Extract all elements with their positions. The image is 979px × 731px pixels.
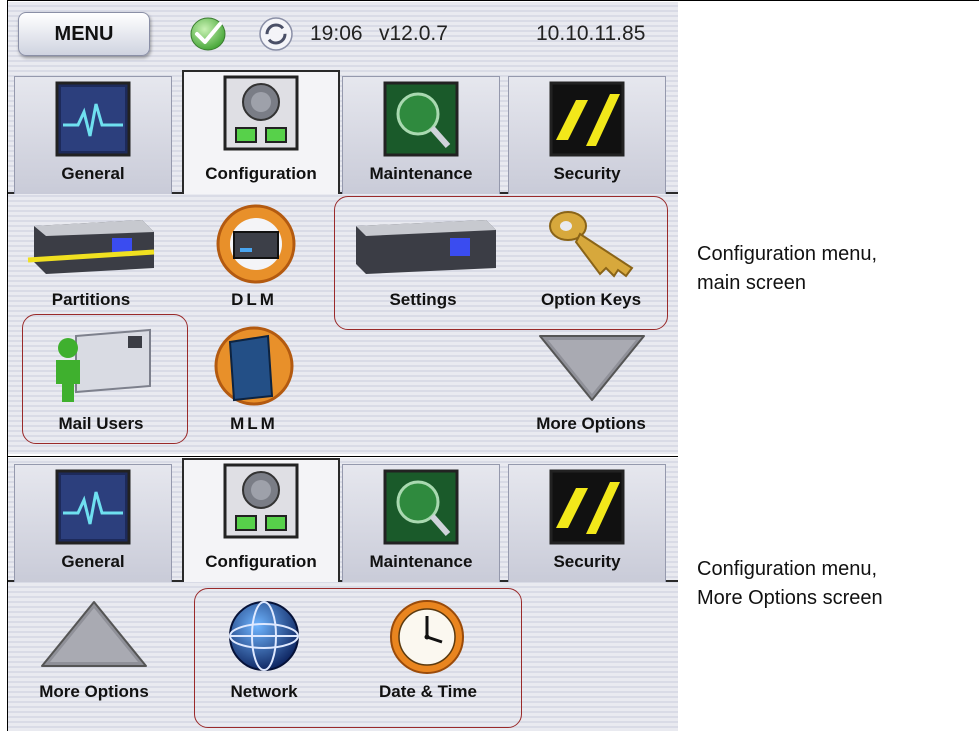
more-caption-line-2: More Options screen — [697, 587, 883, 609]
dial-icon — [223, 463, 299, 539]
hazard-stripe-icon — [549, 81, 625, 157]
heartbeat-monitor-icon — [55, 469, 131, 545]
tab-maintenance[interactable]: Maintenance — [342, 464, 500, 582]
time-display: 19:06 — [310, 22, 363, 45]
key-icon — [549, 211, 634, 278]
tab-maintenance[interactable]: Maintenance — [342, 76, 500, 194]
mail-user-icon — [56, 328, 151, 402]
more-caption-line-1: Configuration menu, — [697, 558, 878, 580]
more-screen-caption: Configuration menu, More Options screen — [697, 555, 883, 613]
mlm-label: MLM — [230, 414, 278, 433]
network-label: Network — [230, 682, 298, 701]
clock-icon — [390, 600, 464, 674]
option-keys-button[interactable]: Option Keys — [516, 200, 666, 318]
mail-users-button[interactable]: Mail Users — [26, 322, 176, 438]
partitions-button[interactable]: Partitions — [16, 200, 166, 318]
partitions-label: Partitions — [51, 290, 131, 309]
settings-label: Settings — [389, 290, 457, 309]
version-display: v12.0.7 — [379, 22, 448, 45]
ip-address-display: 10.10.11.85 — [536, 22, 646, 45]
tab-maintenance-label: Maintenance — [369, 164, 473, 183]
hazard-stripe-icon — [549, 469, 625, 545]
more-options-down-button[interactable]: More Options — [516, 322, 666, 438]
more-options-label: More Options — [39, 682, 149, 701]
sync-icon[interactable] — [258, 16, 294, 52]
mail-users-label: Mail Users — [58, 414, 144, 433]
more-options-label: More Options — [536, 414, 646, 433]
config-main-screen: MENU 19:06 v12.0.7 10.10.11.85 General C… — [8, 2, 678, 454]
globe-icon — [229, 601, 299, 671]
date-time-button[interactable]: Date & Time — [348, 590, 508, 718]
tab-general[interactable]: General — [14, 464, 172, 582]
main-caption-line-1: Configuration menu, — [697, 243, 878, 265]
check-icon[interactable] — [188, 16, 228, 52]
dlm-drive-icon — [216, 204, 296, 284]
top-bar: MENU 19:06 v12.0.7 10.10.11.85 — [8, 2, 678, 66]
tab-general[interactable]: General — [14, 76, 172, 194]
more-options-up-button[interactable]: More Options — [12, 590, 176, 718]
settings-button[interactable]: Settings — [340, 200, 506, 318]
heartbeat-monitor-icon — [55, 81, 131, 157]
tab-maintenance-label: Maintenance — [369, 552, 473, 571]
date-time-label: Date & Time — [379, 682, 477, 701]
option-keys-label: Option Keys — [540, 290, 642, 309]
library-settings-icon — [356, 220, 496, 274]
triangle-down-icon — [539, 335, 645, 401]
tab-security[interactable]: Security — [508, 464, 666, 582]
figure-border-top — [7, 0, 979, 1]
dial-icon — [223, 75, 299, 151]
tab-configuration[interactable]: Configuration — [182, 70, 340, 194]
magnifier-icon — [383, 81, 459, 157]
tab-general-label: General — [61, 164, 125, 183]
tab-bar: General Configuration Maintenance Securi… — [8, 70, 678, 194]
tab-security-label: Security — [553, 552, 621, 571]
config-more-options-screen: General Configuration Maintenance Securi… — [8, 458, 678, 731]
tab-configuration-label: Configuration — [205, 164, 317, 183]
tab-security-label: Security — [553, 164, 621, 183]
figure-divider — [7, 456, 678, 457]
mlm-button[interactable]: MLM — [194, 322, 314, 438]
magnifier-icon — [383, 469, 459, 545]
tab-configuration[interactable]: Configuration — [182, 458, 340, 582]
library-icon — [27, 220, 155, 274]
mlm-cartridge-icon — [214, 326, 294, 406]
tab-general-label: General — [61, 552, 125, 571]
triangle-up-icon — [41, 601, 147, 667]
dlm-button[interactable]: DLM — [194, 200, 314, 318]
tab-configuration-label: Configuration — [205, 552, 317, 571]
main-screen-caption: Configuration menu, main screen — [697, 240, 877, 298]
main-caption-line-2: main screen — [697, 272, 806, 294]
dlm-label: DLM — [231, 290, 277, 309]
menu-button[interactable]: MENU — [18, 12, 150, 56]
tab-security[interactable]: Security — [508, 76, 666, 194]
network-button[interactable]: Network — [204, 590, 324, 718]
tab-bar: General Configuration Maintenance Securi… — [8, 458, 678, 582]
